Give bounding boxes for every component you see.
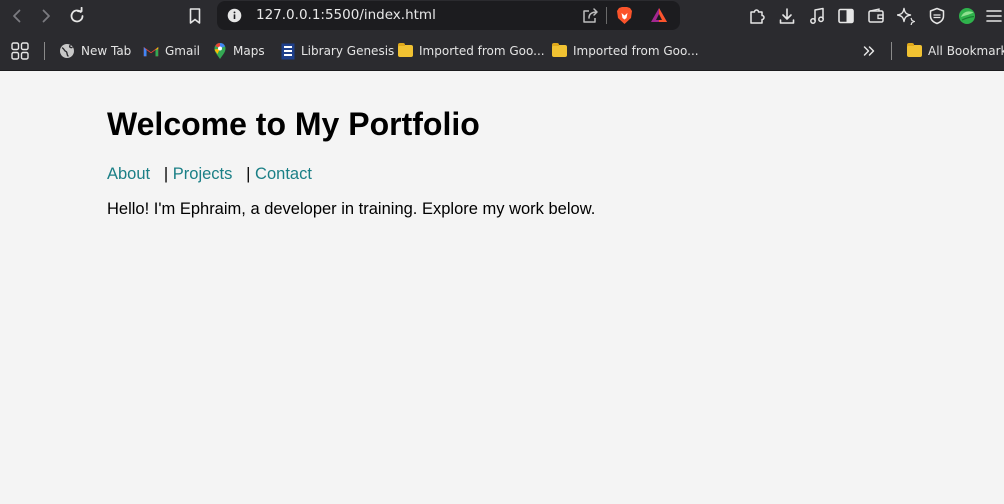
page-title: Welcome to My Portfolio bbox=[107, 106, 480, 142]
maps-pin-icon bbox=[214, 43, 226, 59]
info-icon[interactable] bbox=[227, 8, 242, 28]
brave-lion-icon[interactable] bbox=[616, 6, 633, 30]
bookmark-library-genesis[interactable]: Library Genesis bbox=[281, 41, 394, 61]
sparkle-icon[interactable] bbox=[894, 4, 918, 28]
reload-icon[interactable] bbox=[65, 4, 89, 28]
nav-separator: | bbox=[246, 165, 251, 183]
bookmark-label: Library Genesis bbox=[301, 44, 395, 58]
bookmark-all-bookmarks[interactable]: All Bookmarks bbox=[907, 41, 1004, 61]
bookmark-label: Maps bbox=[233, 44, 265, 58]
bookmark-label: Imported from Goo... bbox=[419, 44, 545, 58]
double-chevron-right-icon[interactable] bbox=[862, 41, 876, 61]
bookmark-icon[interactable] bbox=[183, 4, 207, 28]
globe-icon bbox=[60, 44, 74, 58]
bookmark-new-tab[interactable]: New Tab bbox=[59, 41, 131, 61]
nav-link-contact[interactable]: Contact bbox=[255, 165, 312, 183]
page-content: Welcome to My Portfolio About | Projects… bbox=[0, 71, 1004, 504]
bookmarks-divider bbox=[891, 42, 892, 60]
chevron-right-icon[interactable] bbox=[34, 4, 58, 28]
gmail-icon bbox=[143, 47, 159, 57]
omnibox-divider bbox=[606, 7, 607, 24]
bookmark-label: All Bookmarks bbox=[928, 44, 1004, 58]
share-icon[interactable] bbox=[581, 7, 599, 29]
nav-link-projects[interactable]: Projects bbox=[173, 165, 233, 183]
apps-grid-icon[interactable] bbox=[11, 41, 29, 61]
folder-icon bbox=[552, 43, 567, 57]
sidebar-icon[interactable] bbox=[834, 4, 858, 28]
folder-icon bbox=[398, 43, 413, 57]
folder-icon bbox=[907, 43, 922, 57]
site-nav: About | Projects | Contact bbox=[107, 165, 312, 184]
nav-separator: | bbox=[163, 165, 169, 183]
shield-icon[interactable] bbox=[925, 4, 949, 28]
bookmark-folder-imported-1[interactable]: Imported from Goo... bbox=[398, 41, 545, 61]
puzzle-icon[interactable] bbox=[745, 4, 769, 28]
wallet-icon[interactable] bbox=[864, 4, 888, 28]
bookmarks-divider bbox=[44, 42, 45, 60]
profile-avatar-icon[interactable] bbox=[955, 4, 979, 28]
bookmark-label: New Tab bbox=[81, 44, 132, 58]
hamburger-menu-icon[interactable] bbox=[982, 4, 1004, 28]
chevron-left-icon[interactable] bbox=[5, 4, 29, 28]
bookmark-label: Gmail bbox=[165, 44, 201, 58]
bookmark-maps[interactable]: Maps bbox=[213, 41, 265, 61]
bookmark-label: Imported from Goo... bbox=[573, 44, 699, 58]
library-genesis-icon bbox=[281, 43, 295, 59]
url-text[interactable]: 127.0.0.1:5500/index.html bbox=[256, 7, 436, 23]
intro-text: Hello! I'm Ephraim, a developer in train… bbox=[107, 200, 596, 218]
download-icon[interactable] bbox=[775, 4, 799, 28]
address-bar[interactable]: 127.0.0.1:5500/index.html bbox=[217, 1, 680, 30]
nav-link-about[interactable]: About bbox=[107, 165, 150, 183]
music-note-icon[interactable] bbox=[805, 4, 829, 28]
bookmark-folder-imported-2[interactable]: Imported from Goo... bbox=[552, 41, 699, 61]
brave-rewards-icon[interactable] bbox=[650, 7, 668, 28]
browser-toolbar: 127.0.0.1:5500/index.html bbox=[0, 0, 1004, 33]
bookmark-gmail[interactable]: Gmail bbox=[143, 41, 200, 61]
bookmarks-bar: New Tab Gmail Maps Library Genesis Impor… bbox=[0, 33, 1004, 71]
